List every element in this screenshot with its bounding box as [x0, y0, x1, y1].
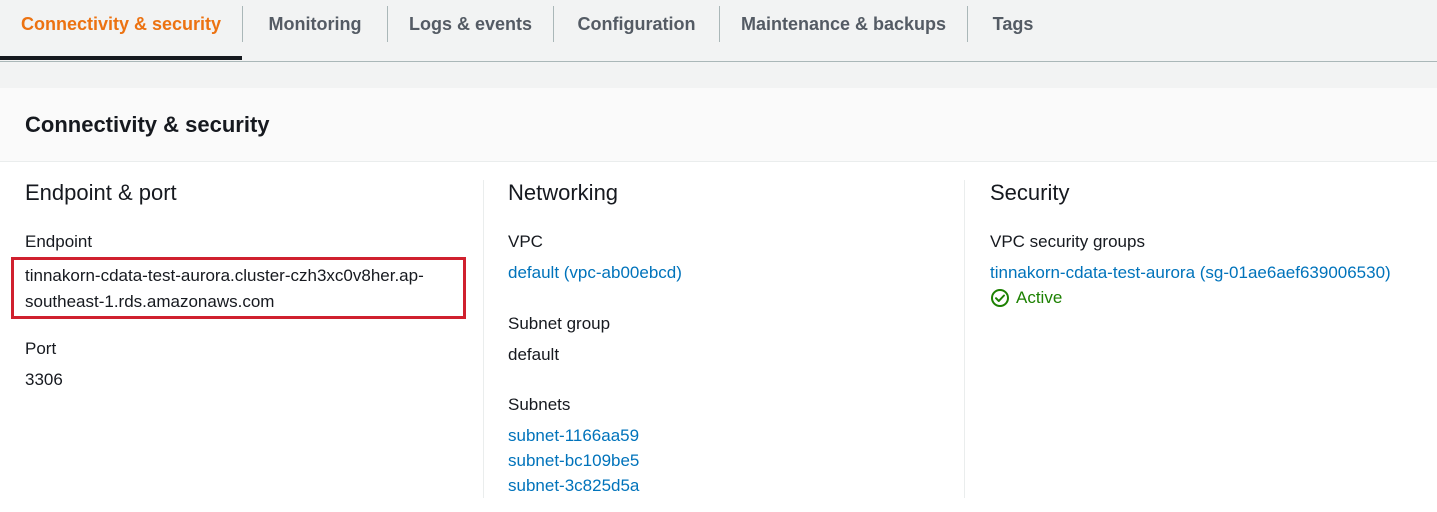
tab-bar: Connectivity & security Monitoring Logs … [0, 0, 1437, 62]
subnet-group-label: Subnet group [508, 314, 611, 333]
column-divider [483, 180, 484, 498]
subnet-link[interactable]: subnet-3c825d5a [508, 476, 639, 496]
tab-configuration[interactable]: Configuration [554, 0, 719, 60]
subnet-link[interactable]: subnet-1166aa59 [508, 426, 639, 446]
subnet-link[interactable]: subnet-bc109be5 [508, 451, 639, 471]
endpoint-port-heading: Endpoint & port [25, 180, 177, 205]
status-text: Active [1016, 288, 1063, 307]
vpc-label: VPC [508, 232, 543, 251]
port-value: 3306 [25, 370, 63, 389]
subnets-label: Subnets [508, 395, 571, 414]
tab-monitoring[interactable]: Monitoring [243, 0, 387, 60]
tab-logs-events[interactable]: Logs & events [388, 0, 553, 60]
tab-maintenance-backups[interactable]: Maintenance & backups [720, 0, 967, 60]
endpoint-value: tinnakorn-cdata-test-aurora.cluster-czh3… [25, 266, 424, 311]
check-circle-icon [991, 289, 1009, 307]
active-tab-indicator [0, 56, 242, 60]
security-group-link[interactable]: tinnakorn-cdata-test-aurora (sg-01ae6aef… [990, 263, 1391, 283]
tab-connectivity-security[interactable]: Connectivity & security [0, 0, 242, 60]
tab-tags[interactable]: Tags [968, 0, 1058, 60]
security-groups-label: VPC security groups [990, 232, 1145, 251]
networking-heading: Networking [508, 180, 619, 205]
panel-title: Connectivity & security [25, 112, 270, 137]
panel-header: Connectivity & security [0, 88, 1437, 162]
endpoint-label: Endpoint [25, 232, 93, 251]
status-badge: Active [990, 288, 1062, 308]
subnet-group-value: default [508, 345, 560, 364]
column-divider [964, 180, 965, 498]
vpc-link[interactable]: default (vpc-ab00ebcd) [508, 263, 682, 283]
spacer [0, 62, 1437, 88]
security-heading: Security [990, 180, 1070, 205]
port-label: Port [25, 339, 57, 358]
